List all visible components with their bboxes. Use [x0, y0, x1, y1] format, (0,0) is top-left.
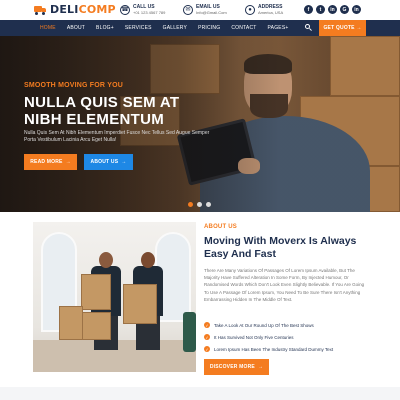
- contact-call[interactable]: ☎ CALL US +01 123 4567 789: [120, 3, 165, 17]
- checklist-item: ✓ It Has Survived Not Only Five Centurie…: [204, 331, 374, 343]
- instagram-icon[interactable]: in: [352, 5, 361, 14]
- checklist-text: Take A Look At Our Round Up Of The Best …: [214, 322, 314, 328]
- hero-text: Nulla Quis Sem At Nibh Elementum Imperdi…: [24, 130, 210, 143]
- nav-pages[interactable]: PAGES+: [268, 25, 289, 31]
- arrow-right-icon: →: [65, 159, 71, 165]
- twitter-icon[interactable]: t: [316, 5, 325, 14]
- slider-dot[interactable]: [188, 202, 193, 207]
- checklist-text: Lorem Ipsum Has Been The Industry Standa…: [214, 346, 334, 352]
- contact-address: ● ADDRESS America, USA: [245, 3, 283, 17]
- about-us-label: ABOUT US: [90, 159, 119, 165]
- truck-icon: [34, 5, 47, 15]
- about-us-button[interactable]: ABOUT US →: [84, 154, 133, 170]
- checklist-text: It Has Survived Not Only Five Centuries: [214, 334, 294, 340]
- location-icon: ●: [245, 5, 255, 15]
- check-icon: ✓: [204, 346, 210, 352]
- slider-dot[interactable]: [206, 202, 211, 207]
- top-bar: DELICOMP ☎ CALL US +01 123 4567 789 ✉ EM…: [0, 0, 400, 20]
- chair: [183, 312, 196, 352]
- about-checklist: ✓ Take A Look At Our Round Up Of The Bes…: [204, 319, 374, 355]
- about-image: [33, 222, 196, 372]
- get-quote-label: GET QUOTE: [323, 25, 355, 31]
- read-more-button[interactable]: READ MORE →: [24, 154, 77, 170]
- contact-email[interactable]: ✉ EMAIL US Info@Gmail.Com: [183, 3, 227, 17]
- hero-title: NULLA QUIS SEM AT NIBH ELEMENTUM: [24, 94, 180, 128]
- logo[interactable]: DELICOMP: [34, 2, 116, 18]
- facebook-icon[interactable]: f: [304, 5, 313, 14]
- arrow-right-icon: →: [257, 364, 264, 370]
- check-icon: ✓: [204, 334, 210, 340]
- discover-more-label: DISCOVER MORE: [209, 364, 255, 370]
- nav-about[interactable]: ABOUT: [67, 25, 85, 31]
- nav-contact[interactable]: CONTACT: [231, 25, 256, 31]
- hero-slider: SMOOTH MOVING FOR YOU NULLA QUIS SEM AT …: [0, 36, 400, 212]
- read-more-label: READ MORE: [30, 159, 63, 165]
- check-icon: ✓: [204, 322, 210, 328]
- hero-kicker: SMOOTH MOVING FOR YOU: [24, 82, 123, 89]
- social-links: f t in G in: [304, 5, 361, 14]
- get-quote-button[interactable]: GET QUOTE →: [319, 20, 366, 36]
- about-title: Moving With Moverx Is Always Easy And Fa…: [204, 235, 357, 260]
- cardboard-box: [81, 274, 111, 310]
- mail-icon: ✉: [183, 5, 193, 15]
- slider-dot[interactable]: [197, 202, 202, 207]
- logo-text: DELICOMP: [50, 3, 116, 16]
- contact-value: America, USA: [258, 10, 284, 15]
- google-icon[interactable]: G: [340, 5, 349, 14]
- nav-gallery[interactable]: GALLERY: [163, 25, 187, 31]
- checklist-item: ✓ Lorem Ipsum Has Been The Industry Stan…: [204, 343, 374, 355]
- search-icon[interactable]: [305, 24, 313, 32]
- nav-pricing[interactable]: PRICING: [198, 25, 220, 31]
- nav-blog[interactable]: BLOG+: [96, 25, 114, 31]
- checklist-item: ✓ Take A Look At Our Round Up Of The Bes…: [204, 319, 374, 331]
- mover-right-head: [141, 252, 155, 268]
- next-section-strip: [0, 387, 400, 400]
- nav-services[interactable]: SERVICES: [125, 25, 152, 31]
- arrow-right-icon: →: [121, 159, 127, 165]
- nav-home[interactable]: HOME: [40, 25, 56, 31]
- linkedin-icon[interactable]: in: [328, 5, 337, 14]
- phone-icon: ☎: [120, 5, 130, 15]
- about-text: There Are Many Variations Of Passages Of…: [204, 268, 365, 302]
- cardboard-box: [81, 312, 111, 340]
- arrow-right-icon: →: [356, 25, 362, 31]
- contact-value: Info@Gmail.Com: [196, 10, 227, 15]
- contact-value: +01 123 4567 789: [133, 10, 166, 15]
- cardboard-box: [59, 306, 83, 340]
- slider-dots: [188, 202, 211, 207]
- cardboard-box: [123, 284, 157, 324]
- discover-more-button[interactable]: DISCOVER MORE →: [204, 359, 269, 375]
- page: DELICOMP ☎ CALL US +01 123 4567 789 ✉ EM…: [0, 0, 400, 400]
- about-kicker: ABOUT US: [204, 224, 237, 230]
- mover-left-head: [99, 252, 113, 268]
